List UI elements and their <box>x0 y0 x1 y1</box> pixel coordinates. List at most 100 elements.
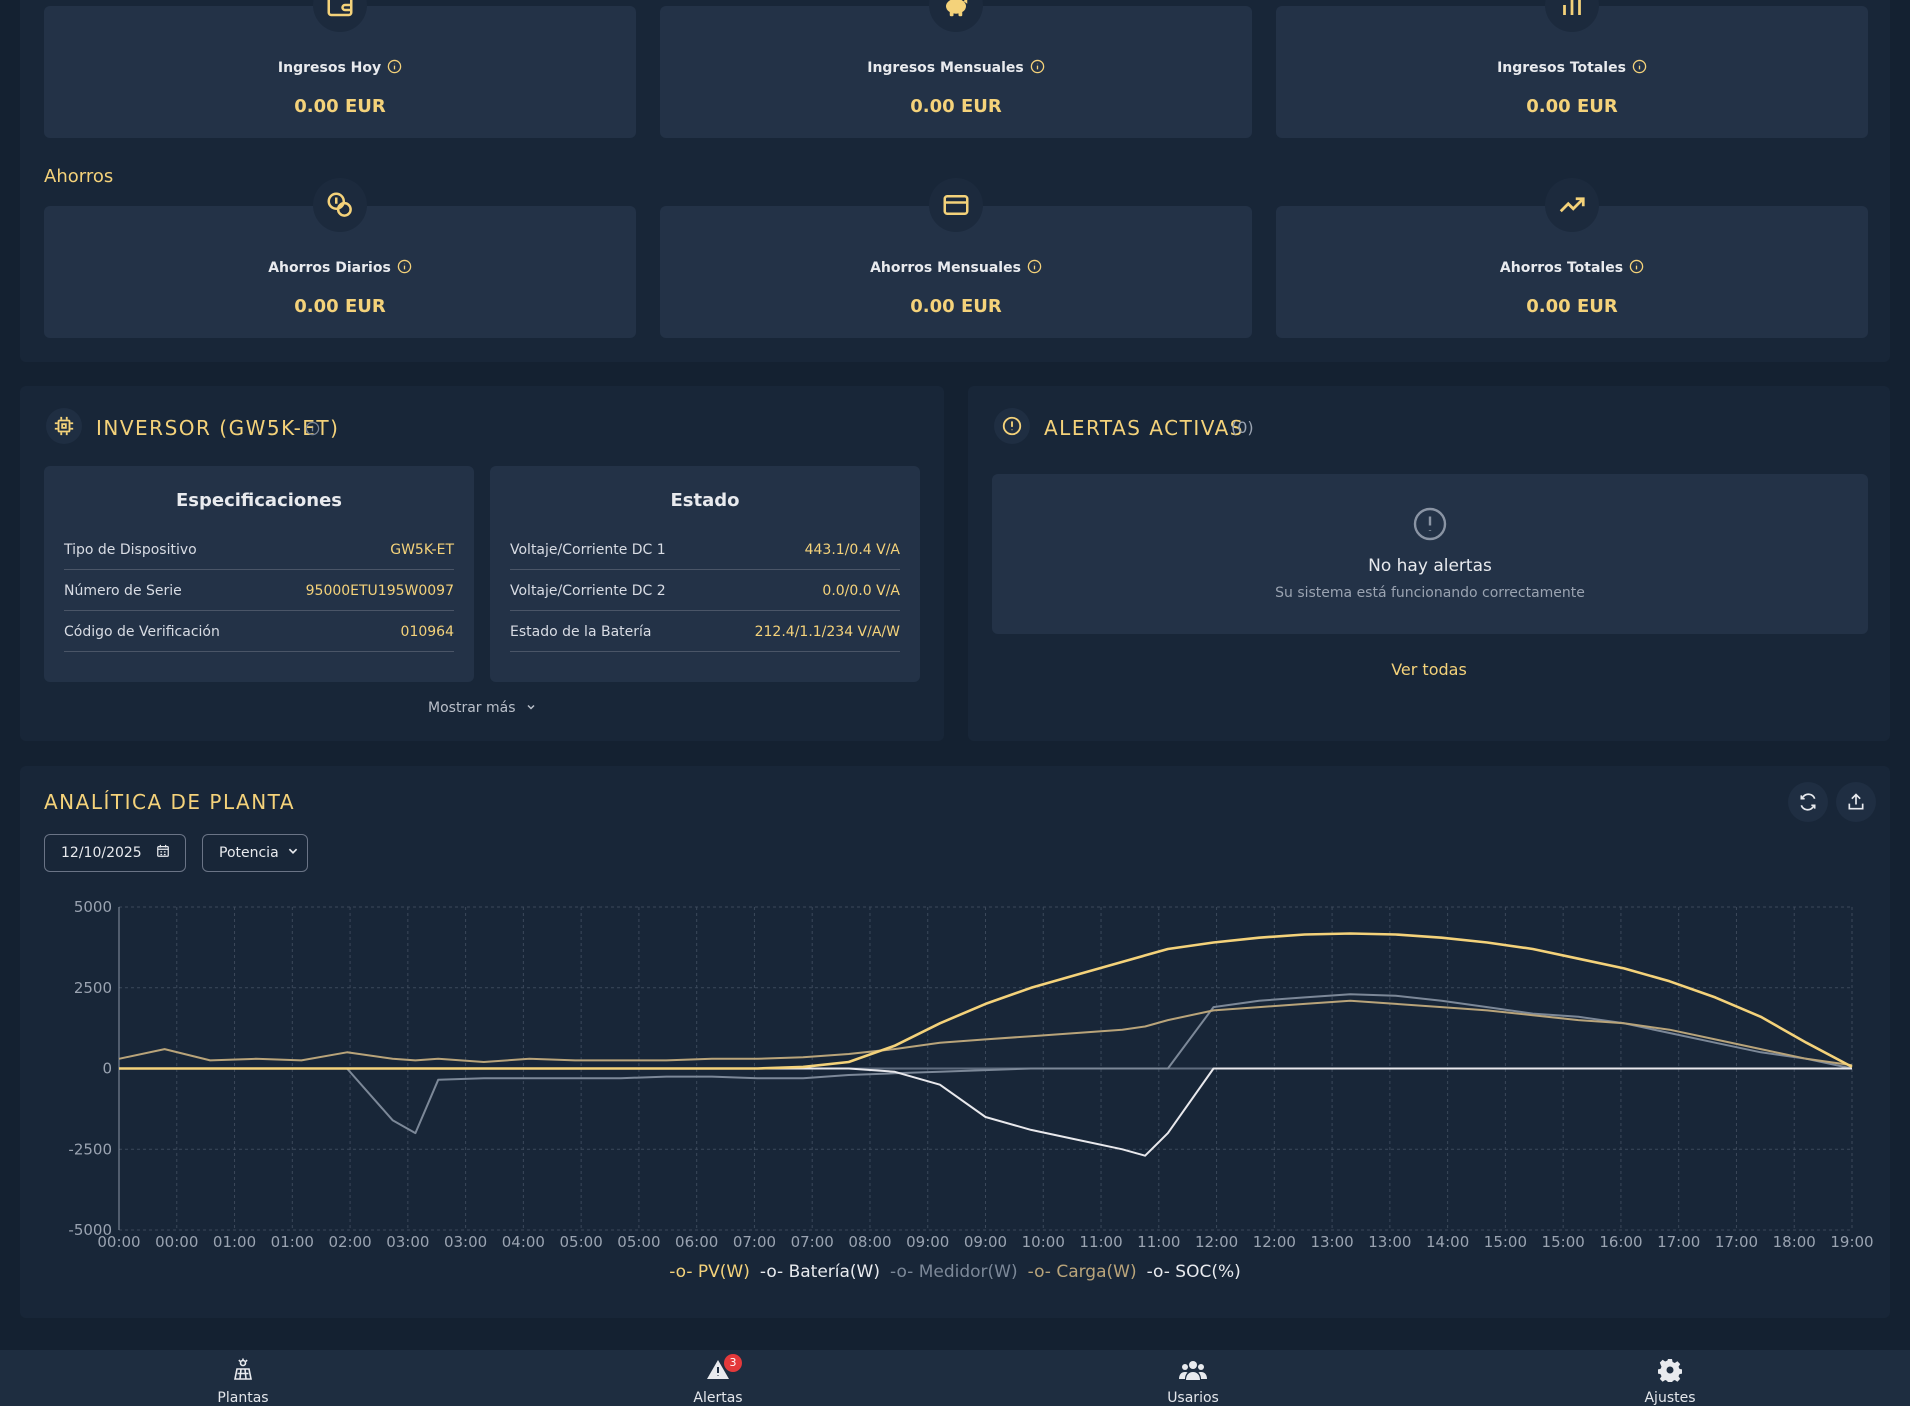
status-row: Voltaje/Corriente DC 1 443.1/0.4 V/A <box>510 530 900 570</box>
view-all-link[interactable]: Ver todas <box>968 660 1890 679</box>
alerts-title: ALERTAS ACTIVAS <box>1044 416 1244 440</box>
alerts-count: (0) <box>1231 418 1254 437</box>
x-tick-label: 09:00 <box>906 1233 949 1251</box>
x-tick-label: 12:00 <box>1195 1233 1238 1251</box>
x-tick-label: 10:00 <box>1022 1233 1065 1251</box>
trending-up-icon <box>1545 178 1599 232</box>
x-tick-label: 04:00 <box>502 1233 545 1251</box>
spec-row: Tipo de Dispositivo GW5K-ET <box>64 530 454 570</box>
x-tick-label: 15:00 <box>1484 1233 1527 1251</box>
refresh-button[interactable] <box>1788 782 1828 822</box>
x-tick-label: 09:00 <box>964 1233 1007 1251</box>
status-row: Voltaje/Corriente DC 2 0.0/0.0 V/A <box>510 571 900 611</box>
show-more-button[interactable]: Mostrar más <box>20 700 944 716</box>
info-icon[interactable] <box>1632 59 1647 78</box>
users-icon <box>1178 1358 1208 1386</box>
alerts-badge: 3 <box>724 1354 742 1372</box>
info-icon[interactable] <box>1027 259 1042 278</box>
nav-settings[interactable]: Ajustes <box>1610 1350 1730 1406</box>
nav-settings-label: Ajustes <box>1644 1390 1696 1406</box>
power-chart: 00:00 00:00 01:00 01:00 02:00 03:00 03:00 04:00… <box>68 898 1873 1251</box>
legend-item[interactable]: -o- Medidor(W) <box>890 1262 1018 1282</box>
refresh-icon <box>1800 793 1816 811</box>
export-button[interactable] <box>1836 782 1876 822</box>
x-tick-label: 07:00 <box>791 1233 834 1251</box>
kpi-value: 0.00 EUR <box>1526 96 1618 117</box>
legend-item[interactable]: -o- Carga(W) <box>1028 1262 1137 1282</box>
spec-row: Código de Verificación 010964 <box>64 612 454 652</box>
nav-plants[interactable]: Plantas <box>183 1350 303 1406</box>
kpi-card-ahorros-diarios: Ahorros Diarios 0.00 EUR <box>44 178 636 338</box>
analytics-title: ANALÍTICA DE PLANTA <box>44 790 296 814</box>
info-icon[interactable] <box>387 59 402 78</box>
info-icon[interactable] <box>305 421 320 440</box>
alert-circle-icon <box>994 408 1030 444</box>
ahorros-section-title: Ahorros <box>44 166 114 187</box>
y-tick-label: -5000 <box>68 1221 112 1239</box>
x-tick-label: 05:00 <box>617 1233 660 1251</box>
bottom-nav: Plantas 3 Alertas Usarios Ajustes <box>0 1350 1910 1406</box>
kpi-value: 0.00 EUR <box>910 296 1002 317</box>
x-tick-label: 01:00 <box>213 1233 256 1251</box>
info-icon[interactable] <box>1629 259 1644 278</box>
kpi-value: 0.00 EUR <box>1526 296 1618 317</box>
gear-icon <box>1657 1358 1683 1386</box>
series-line-0 <box>119 932 1853 1070</box>
status-value: 443.1/0.4 V/A <box>804 541 900 558</box>
alerts-empty-card: No hay alertas Su sistema está funcionan… <box>992 474 1868 634</box>
alerts-empty-title: No hay alertas <box>1368 556 1492 576</box>
x-tick-label: 00:00 <box>155 1233 198 1251</box>
x-tick-label: 03:00 <box>444 1233 487 1251</box>
date-picker[interactable]: 12/10/2025 <box>44 834 186 872</box>
chart-legend: -o- PV(W) -o- Batería(W) -o- Medidor(W) -o-… <box>0 1262 1910 1282</box>
x-tick-label: 14:00 <box>1426 1233 1469 1251</box>
x-tick-label: 11:00 <box>1137 1233 1180 1251</box>
x-tick-label: 06:00 <box>675 1233 718 1251</box>
x-tick-label: 19:00 <box>1830 1233 1873 1251</box>
info-icon[interactable] <box>1030 59 1045 78</box>
solar-panel-icon <box>231 1358 255 1386</box>
x-tick-label: 12:00 <box>1253 1233 1296 1251</box>
inverter-panel: INVERSOR (GW5K-ET) Especificaciones Tipo… <box>20 386 944 741</box>
piggy-bank-icon <box>929 0 983 32</box>
kpi-label: Ahorros Mensuales <box>870 260 1021 276</box>
calendar-icon <box>156 844 170 862</box>
nav-users-label: Usarios <box>1167 1390 1219 1406</box>
nav-plants-label: Plantas <box>217 1390 269 1406</box>
x-tick-label: 13:00 <box>1310 1233 1353 1251</box>
x-tick-label: 16:00 <box>1599 1233 1642 1251</box>
legend-item[interactable]: -o- PV(W) <box>669 1262 750 1282</box>
status-key: Voltaje/Corriente DC 2 <box>510 582 666 599</box>
x-tick-label: 17:00 <box>1715 1233 1758 1251</box>
nav-users[interactable]: Usarios <box>1133 1350 1253 1406</box>
nav-alerts[interactable]: 3 Alertas <box>658 1350 778 1406</box>
kpi-value: 0.00 EUR <box>294 96 386 117</box>
x-tick-label: 02:00 <box>328 1233 371 1251</box>
status-value: 212.4/1.1/234 V/A/W <box>754 623 900 640</box>
spec-value: GW5K-ET <box>390 541 454 558</box>
nav-alerts-label: Alertas <box>693 1390 743 1406</box>
legend-item[interactable]: -o- Batería(W) <box>760 1262 880 1282</box>
inverter-title: INVERSOR (GW5K-ET) <box>96 416 340 440</box>
status-key: Estado de la Batería <box>510 623 652 640</box>
kpi-card-ahorros-mensuales: Ahorros Mensuales 0.00 EUR <box>660 178 1252 338</box>
status-row: Estado de la Batería 212.4/1.1/234 V/A/W <box>510 612 900 652</box>
spec-key: Código de Verificación <box>64 623 220 640</box>
kpi-value: 0.00 EUR <box>910 96 1002 117</box>
legend-item[interactable]: -o- SOC(%) <box>1147 1262 1241 1282</box>
status-title: Estado <box>670 490 740 511</box>
alerts-empty-subtitle: Su sistema está funcionando correctament… <box>1275 585 1585 601</box>
alerts-panel: ALERTAS ACTIVAS (0) No hay alertas Su si… <box>968 386 1890 741</box>
coins-icon <box>313 178 367 232</box>
chevron-down-icon <box>526 700 536 716</box>
spec-value: 95000ETU195W0097 <box>305 582 454 599</box>
credit-card-icon <box>929 178 983 232</box>
kpi-label: Ahorros Diarios <box>268 260 391 276</box>
metric-select[interactable]: Potencia <box>202 834 308 872</box>
info-icon[interactable] <box>397 259 412 278</box>
alert-empty-icon <box>1412 506 1448 546</box>
spec-value: 010964 <box>400 623 454 640</box>
spec-row: Número de Serie 95000ETU195W0097 <box>64 571 454 611</box>
y-tick-label: 2500 <box>74 979 112 997</box>
x-tick-label: 11:00 <box>1079 1233 1122 1251</box>
